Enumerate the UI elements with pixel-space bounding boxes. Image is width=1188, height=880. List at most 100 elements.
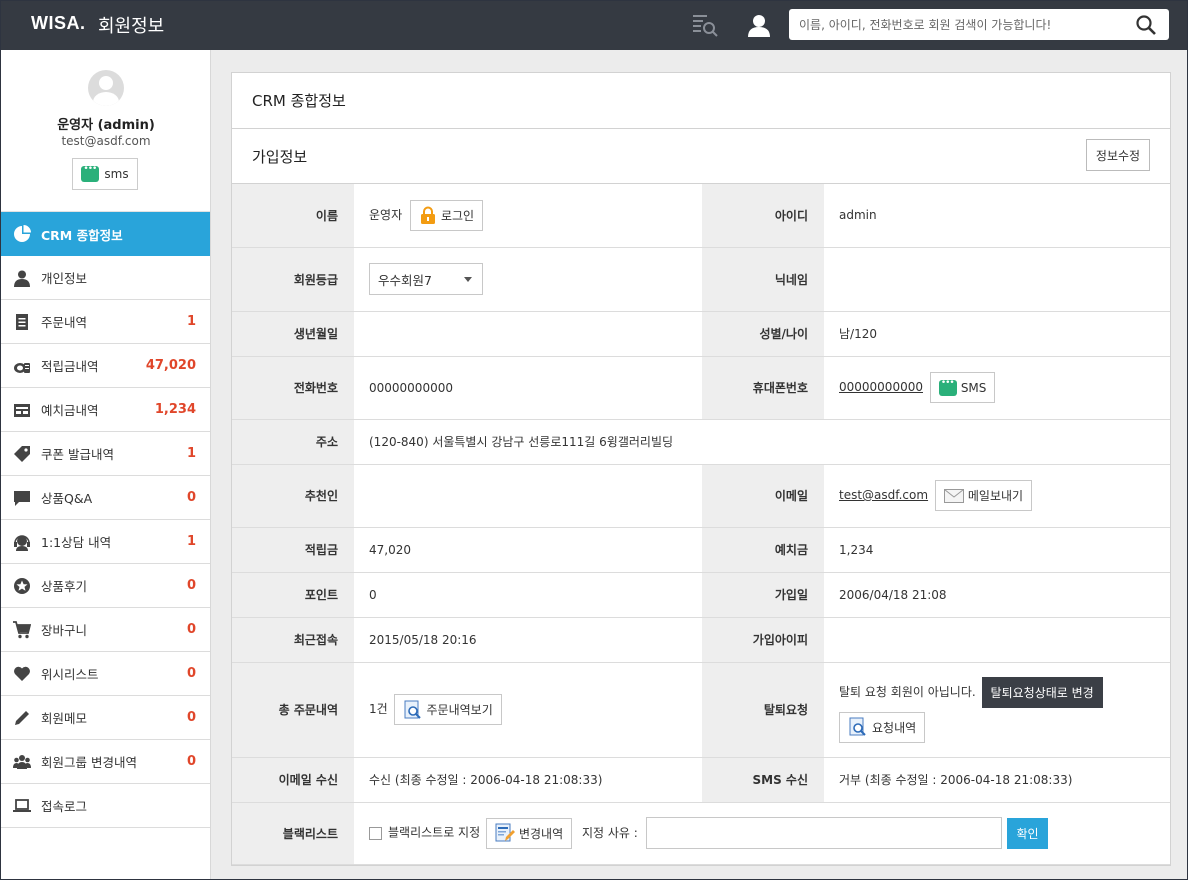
coins-icon: [14, 362, 30, 373]
sms-receive-value: 거부 (최종 수정일 : 2006-04-18 21:08:33): [824, 757, 1170, 803]
sidebar-item-group-history[interactable]: 회원그룹 변경내역 0: [1, 740, 210, 784]
orders-label: 총 주문내역: [232, 662, 354, 758]
name-cell: 운영자 로그인: [354, 184, 702, 248]
grade-label: 회원등급: [232, 247, 354, 312]
sidebar-item-label: 위시리스트: [41, 667, 99, 682]
sidebar-item-label: 접속로그: [41, 799, 88, 814]
reason-label: 지정 사유 :: [581, 825, 638, 840]
phone-value: 00000000000: [354, 356, 702, 420]
sidebar-item-access-log[interactable]: 접속로그: [1, 784, 210, 828]
chat-icon: [938, 378, 957, 396]
sidebar-item-consult[interactable]: 1:1상담 내역 1: [1, 520, 210, 564]
grade-cell: 우수회원7: [354, 247, 702, 312]
sidebar: 운영자 (admin) test@asdf.com sms CRM 종합정보 개…: [1, 50, 211, 879]
sidebar-item-count: 1: [186, 314, 196, 329]
search-icon[interactable]: [1135, 14, 1157, 36]
change-withdraw-status-button[interactable]: 탈퇴요청상태로 변경: [981, 676, 1103, 708]
blacklist-history-button[interactable]: 변경내역: [485, 817, 573, 849]
page-title: 회원정보: [98, 16, 165, 37]
document-edit-icon: [495, 823, 515, 842]
grade-selected-value: 우수회원7: [378, 272, 432, 288]
reason-input[interactable]: [645, 817, 1002, 849]
sidebar-item-crm[interactable]: CRM 종합정보: [1, 212, 210, 256]
send-mail-button[interactable]: 메일보내기: [934, 480, 1033, 511]
withdraw-label: 탈퇴요청: [702, 662, 824, 758]
brand-logo[interactable]: WISA.: [31, 13, 86, 34]
chat-icon: [81, 164, 100, 182]
birth-label: 생년월일: [232, 311, 354, 357]
user-icon[interactable]: [747, 13, 771, 37]
last-login-label: 최근접속: [232, 617, 354, 663]
sidebar-item-mileage[interactable]: 적립금내역 47,020: [1, 344, 210, 388]
login-button[interactable]: 로그인: [409, 199, 484, 231]
email-label: 이메일: [702, 464, 824, 528]
sidebar-item-label: 1:1상담 내역: [41, 535, 112, 550]
profile-sms-button[interactable]: sms: [72, 158, 138, 190]
table-row: 적립금 47,020 예치금 1,234: [232, 527, 1170, 573]
mobile-cell: 00000000000 SMS: [824, 356, 1170, 420]
blacklist-checkbox[interactable]: [369, 826, 382, 840]
sidebar-item-cart[interactable]: 장바구니 0: [1, 608, 210, 652]
sidebar-item-label: CRM 종합정보: [41, 227, 123, 243]
sidebar-item-label: 쿠폰 발급내역: [41, 447, 114, 462]
sidebar-item-label: 회원그룹 변경내역: [41, 755, 137, 770]
sidebar-item-reviews[interactable]: 상품후기 0: [1, 564, 210, 608]
blacklist-label: 블랙리스트: [232, 802, 354, 865]
grade-select[interactable]: 우수회원7: [369, 263, 483, 295]
member-search-input[interactable]: [789, 9, 1119, 40]
edit-info-button[interactable]: 정보수정: [1086, 139, 1150, 171]
wallet-icon: [14, 403, 30, 417]
withdraw-history-button[interactable]: 요청내역: [839, 711, 926, 743]
sidebar-item-personal[interactable]: 개인정보: [1, 256, 210, 300]
sidebar-item-label: 주문내역: [41, 315, 88, 330]
lock-icon: [420, 206, 435, 225]
email-receive-value: 수신 (최종 수정일 : 2006-04-18 21:08:33): [354, 757, 702, 803]
profile-name: 운영자 (admin): [57, 118, 155, 133]
orders-count: 1건: [369, 702, 388, 716]
table-row: 최근접속 2015/05/18 20:16 가입아이피: [232, 617, 1170, 663]
sidebar-item-deposit[interactable]: 예치금내역 1,234: [1, 388, 210, 432]
points-value: 47,020: [354, 527, 702, 573]
sidebar-item-count: 0: [186, 578, 196, 593]
nickname-value: [824, 247, 1170, 312]
join-date-value: 2006/04/18 21:08: [824, 572, 1170, 618]
app-window: WISA. 회원정보 운영자 (admin) test@asdf.com: [0, 0, 1188, 880]
table-row: 회원등급 우수회원7 닉네임: [232, 247, 1170, 312]
blacklist-checkbox-label[interactable]: 블랙리스트로 지정: [388, 826, 480, 840]
table-row: 주소 (120-840) 서울특별시 강남구 선릉로111길 6윙갤러리빌딩: [232, 419, 1170, 465]
table-row: 이메일 수신 수신 (최종 수정일 : 2006-04-18 21:08:33)…: [232, 757, 1170, 803]
sidebar-item-count: 47,020: [145, 358, 196, 373]
table-row: 생년월일 성별/나이 남/120: [232, 311, 1170, 357]
mobile-sms-button[interactable]: SMS: [929, 372, 996, 403]
nickname-label: 닉네임: [702, 247, 824, 312]
email-value-link[interactable]: test@asdf.com: [839, 488, 928, 502]
sidebar-item-label: 장바구니: [41, 623, 88, 638]
join-date-label: 가입일: [702, 572, 824, 618]
birth-value: [354, 311, 702, 357]
star-icon: [14, 577, 30, 594]
table-row: 블랙리스트 블랙리스트로 지정 변경내역 지정 사유 : 확인: [232, 802, 1170, 865]
member-search-box: [789, 9, 1169, 40]
sidebar-item-product-qna[interactable]: 상품Q&A 0: [1, 476, 210, 520]
mobile-value-link[interactable]: 00000000000: [839, 380, 923, 394]
withdraw-status: 탈퇴 요청 회원이 아닙니다.: [839, 684, 976, 699]
group-icon: [13, 754, 31, 769]
list-search-icon[interactable]: [691, 11, 719, 39]
confirm-button[interactable]: 확인: [1007, 817, 1048, 849]
join-ip-label: 가입아이피: [702, 617, 824, 663]
sidebar-item-label: 예치금내역: [41, 403, 99, 418]
blacklist-cell: 블랙리스트로 지정 변경내역 지정 사유 : 확인: [354, 802, 1170, 865]
blacklist-history-label: 변경내역: [518, 826, 564, 841]
avatar: [88, 70, 124, 106]
sidebar-item-wishlist[interactable]: 위시리스트 0: [1, 652, 210, 696]
sidebar-item-memo[interactable]: 회원메모 0: [1, 696, 210, 740]
gender-age-label: 성별/나이: [702, 311, 824, 357]
sidebar-item-coupons[interactable]: 쿠폰 발급내역 1: [1, 432, 210, 476]
address-label: 주소: [232, 419, 354, 465]
name-value: 운영자: [369, 207, 403, 222]
sidebar-menu: CRM 종합정보 개인정보 주문내역 1 적립금내역 47,020 예치금내역 …: [1, 212, 210, 828]
sidebar-item-orders[interactable]: 주문내역 1: [1, 300, 210, 344]
sidebar-item-count: 1: [186, 446, 196, 461]
view-orders-button[interactable]: 주문내역보기: [393, 694, 502, 725]
email-receive-label: 이메일 수신: [232, 757, 354, 803]
